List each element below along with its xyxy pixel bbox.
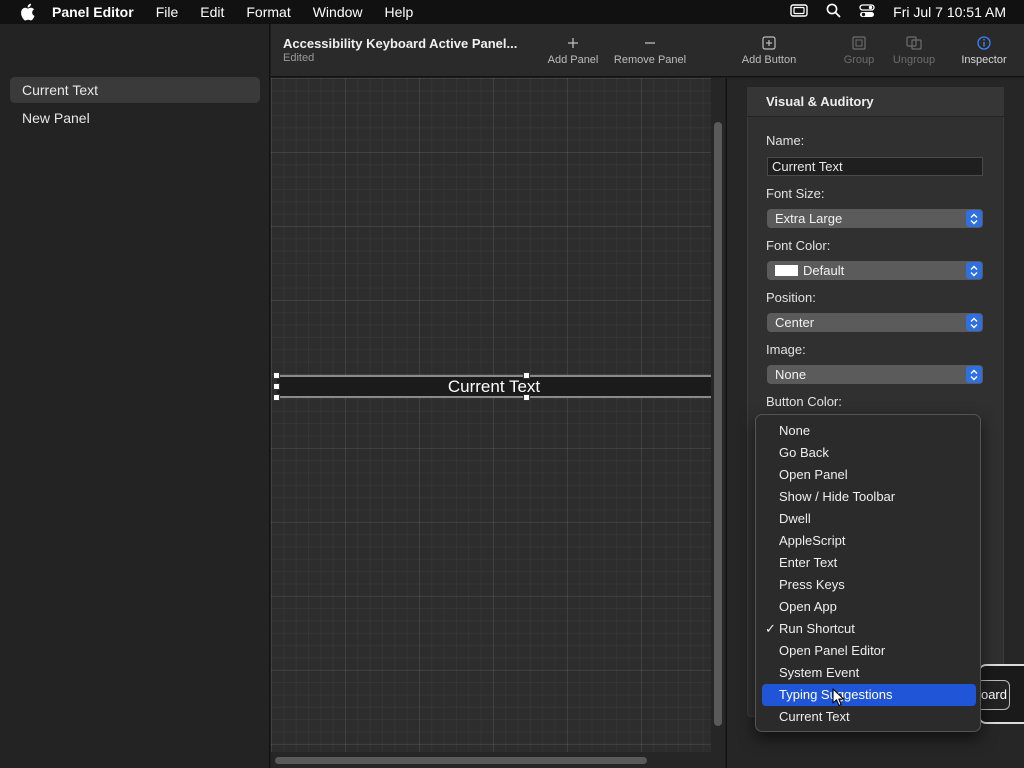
- plus-icon: [567, 32, 579, 54]
- position-popup[interactable]: Center: [767, 313, 983, 332]
- menu-file[interactable]: File: [156, 4, 179, 20]
- image-value: None: [775, 367, 807, 382]
- font-size-label: Font Size:: [766, 186, 825, 201]
- menu-item-label: Current Text: [779, 709, 850, 724]
- menu-item-enter-text[interactable]: Enter Text: [762, 552, 976, 574]
- resize-handle-top-center[interactable]: [523, 372, 530, 379]
- menu-window[interactable]: Window: [313, 4, 363, 20]
- screen-mirroring-icon[interactable]: [790, 3, 808, 21]
- checkmark-icon: ✓: [765, 621, 776, 636]
- apple-logo-icon[interactable]: [18, 3, 36, 21]
- menu-item-typing-suggestions[interactable]: Typing Suggestions: [762, 684, 976, 706]
- remove-panel-button[interactable]: Remove Panel: [611, 32, 689, 72]
- resize-handle-top-left[interactable]: [273, 372, 280, 379]
- panel-list-sidebar: Current Text New Panel: [0, 24, 270, 768]
- font-size-value: Extra Large: [775, 211, 843, 226]
- document-status: Edited: [283, 52, 315, 64]
- sidebar-item-current-text[interactable]: Current Text: [10, 77, 260, 103]
- add-button-label: Add Button: [741, 54, 797, 66]
- position-value: Center: [775, 315, 815, 330]
- menu-item-current-text[interactable]: Current Text: [762, 706, 976, 728]
- name-label: Name:: [766, 133, 805, 148]
- menu-item-show-hide-toolbar[interactable]: Show / Hide Toolbar: [762, 486, 976, 508]
- color-swatch: [775, 265, 798, 277]
- image-popup[interactable]: None: [767, 365, 983, 384]
- menu-item-label: Dwell: [779, 511, 811, 526]
- menu-item-label: Open App: [779, 599, 837, 614]
- add-panel-label: Add Panel: [547, 54, 599, 66]
- menu-bar-clock[interactable]: Fri Jul 7 10:51 AM: [893, 4, 1006, 20]
- menu-app-name[interactable]: Panel Editor: [52, 4, 134, 20]
- image-label: Image:: [766, 342, 806, 357]
- menu-item-open-panel-editor[interactable]: Open Panel Editor: [762, 640, 976, 662]
- control-center-icon[interactable]: [859, 3, 875, 21]
- font-size-popup[interactable]: Extra Large: [767, 209, 983, 228]
- action-dropdown-menu: None Go Back Open Panel Show / Hide Tool…: [755, 414, 981, 732]
- document-title: Accessibility Keyboard Active Panel...: [283, 36, 518, 51]
- chevron-up-down-icon: [966, 262, 982, 279]
- menu-help[interactable]: Help: [385, 4, 414, 20]
- menu-item-system-event[interactable]: System Event: [762, 662, 976, 684]
- group-label: Group: [843, 54, 875, 66]
- menu-item-label: Open Panel Editor: [779, 643, 886, 658]
- resize-handle-bottom-center[interactable]: [523, 394, 530, 401]
- resize-handle-bottom-left[interactable]: [273, 394, 280, 401]
- menu-item-label: Run Shortcut: [779, 621, 855, 636]
- group-icon: [852, 32, 866, 54]
- menu-item-none[interactable]: None: [762, 420, 976, 442]
- ungroup-label: Ungroup: [892, 54, 936, 66]
- ungroup-button[interactable]: Ungroup: [889, 32, 939, 72]
- menu-item-dwell[interactable]: Dwell: [762, 508, 976, 530]
- minus-icon: [644, 32, 656, 54]
- font-color-value: Default: [803, 263, 845, 278]
- menu-format[interactable]: Format: [246, 4, 290, 20]
- add-button-button[interactable]: Add Button: [738, 32, 800, 72]
- menu-item-open-app[interactable]: Open App: [762, 596, 976, 618]
- menu-item-label: System Event: [779, 665, 860, 680]
- inspector-label: Inspector: [961, 54, 1007, 66]
- menu-item-label: Go Back: [779, 445, 829, 460]
- vertical-scroll-thumb[interactable]: [714, 122, 722, 726]
- chevron-up-down-icon: [966, 366, 982, 383]
- inspector-button[interactable]: Inspector: [957, 32, 1011, 72]
- position-label: Position:: [766, 290, 816, 305]
- font-color-label: Font Color:: [766, 238, 831, 253]
- font-color-popup[interactable]: Default: [767, 261, 983, 280]
- menu-item-applescript[interactable]: AppleScript: [762, 530, 976, 552]
- info-icon: [977, 32, 991, 54]
- add-button-icon: [762, 32, 776, 54]
- group-button[interactable]: Group: [841, 32, 877, 72]
- name-field[interactable]: Current Text: [767, 157, 983, 176]
- add-panel-button[interactable]: Add Panel: [545, 32, 601, 72]
- inspector-section-title[interactable]: Visual & Auditory: [747, 87, 1004, 117]
- menu-item-run-shortcut[interactable]: ✓ Run Shortcut: [762, 618, 976, 640]
- menu-item-open-panel[interactable]: Open Panel: [762, 464, 976, 486]
- panel-canvas[interactable]: [271, 78, 711, 752]
- menu-bar: Panel Editor File Edit Format Window Hel…: [0, 0, 1024, 24]
- menu-item-label: None: [779, 423, 811, 438]
- horizontal-scroll-thumb[interactable]: [275, 757, 647, 764]
- menu-item-label: Press Keys: [779, 577, 845, 592]
- resize-handle-middle-left[interactable]: [273, 383, 280, 390]
- search-icon[interactable]: [826, 3, 841, 21]
- menu-item-label: Open Panel: [779, 467, 848, 482]
- current-text-element[interactable]: Current Text: [277, 375, 711, 398]
- remove-panel-label: Remove Panel: [613, 54, 687, 66]
- menu-item-label: Show / Hide Toolbar: [779, 489, 896, 504]
- chevron-up-down-icon: [966, 210, 982, 227]
- menu-item-press-keys[interactable]: Press Keys: [762, 574, 976, 596]
- menu-item-label: Enter Text: [779, 555, 838, 570]
- menu-item-go-back[interactable]: Go Back: [762, 442, 976, 464]
- chevron-up-down-icon: [966, 314, 982, 331]
- keyboard-preview-label: oard: [980, 687, 1007, 702]
- button-color-label: Button Color:: [766, 394, 842, 409]
- window-toolbar: Accessibility Keyboard Active Panel... E…: [271, 24, 1024, 77]
- mouse-pointer-icon: [832, 688, 846, 708]
- menu-item-label: AppleScript: [779, 533, 846, 548]
- menu-edit[interactable]: Edit: [200, 4, 224, 20]
- ungroup-icon: [906, 32, 922, 54]
- sidebar-item-new-panel[interactable]: New Panel: [10, 105, 260, 131]
